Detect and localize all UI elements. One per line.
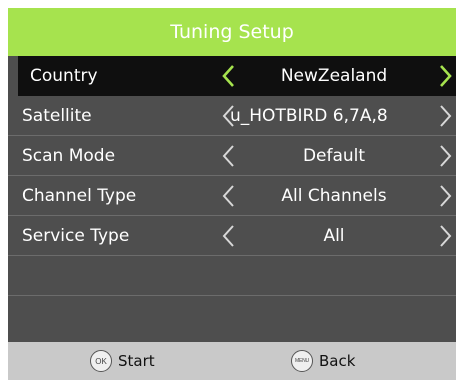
- row-label-scan-mode: Scan Mode: [22, 145, 116, 166]
- row-value-country: NewZealand: [280, 65, 388, 86]
- row-label-country: Country: [30, 65, 98, 86]
- row-label-channel-type: Channel Type: [22, 185, 137, 206]
- row-value-channel-type: All Channels: [281, 185, 387, 206]
- row-country[interactable]: Country NewZealand: [18, 56, 456, 96]
- chevron-right-icon[interactable]: [434, 102, 456, 130]
- chevron-right-icon[interactable]: [434, 62, 456, 90]
- empty-row: [8, 296, 456, 336]
- title-bar: Tuning Setup: [8, 8, 456, 56]
- row-channel-type[interactable]: Channel Type All Channels: [8, 176, 456, 216]
- chevron-right-icon[interactable]: [434, 222, 456, 250]
- back-button[interactable]: MENU Back: [291, 342, 355, 380]
- row-label-satellite: Satellite: [22, 105, 92, 126]
- row-service-type[interactable]: Service Type All: [8, 216, 456, 256]
- tuning-setup-panel: Tuning Setup Country NewZealand Satellit…: [8, 8, 456, 380]
- row-value-satellite: u_HOTBIRD 6,7A,8: [230, 105, 388, 126]
- menu-key-icon: MENU: [291, 350, 313, 372]
- settings-list: Country NewZealand Satellite u_HOTBIRD 6…: [8, 56, 456, 336]
- back-label: Back: [319, 352, 356, 370]
- empty-row: [8, 256, 456, 296]
- start-button[interactable]: OK Start: [90, 342, 155, 380]
- footer-bar: OK Start MENU Back: [8, 342, 456, 380]
- start-label: Start: [118, 352, 155, 370]
- row-satellite[interactable]: Satellite u_HOTBIRD 6,7A,8: [8, 96, 456, 136]
- row-label-service-type: Service Type: [22, 225, 130, 246]
- page-title: Tuning Setup: [170, 21, 294, 43]
- row-value-scan-mode: Default: [302, 145, 366, 166]
- ok-key-icon: OK: [90, 350, 112, 372]
- chevron-right-icon[interactable]: [434, 142, 456, 170]
- chevron-right-icon[interactable]: [434, 182, 456, 210]
- row-scan-mode[interactable]: Scan Mode Default: [8, 136, 456, 176]
- row-value-service-type: All: [323, 225, 345, 246]
